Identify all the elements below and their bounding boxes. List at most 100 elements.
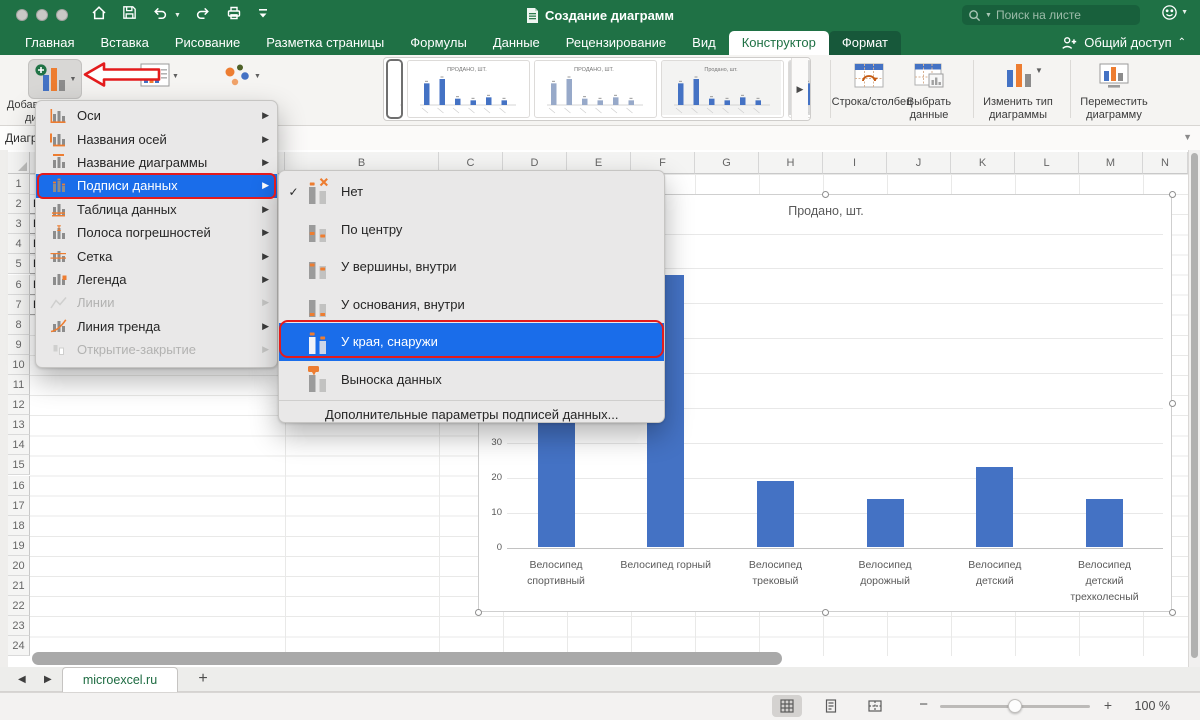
zoom-slider-thumb[interactable] xyxy=(1008,699,1022,713)
chart-selection-handle[interactable] xyxy=(1168,190,1176,198)
menu-item-trendline[interactable]: Линия тренда ▶ xyxy=(36,315,277,338)
row-header-3[interactable]: 3 xyxy=(8,214,30,235)
column-header-I[interactable]: I xyxy=(823,152,887,174)
zoom-in-button[interactable]: + xyxy=(1104,697,1112,713)
select-data-button[interactable] xyxy=(912,61,946,96)
row-header-11[interactable]: 11 xyxy=(8,375,30,396)
more-data-label-options-item[interactable]: Дополнительные параметры подписей данных… xyxy=(279,403,664,426)
submenu-item-outside-end[interactable]: У края, снаружи xyxy=(279,323,664,361)
traffic-lights[interactable] xyxy=(16,9,68,21)
row-header-20[interactable]: 20 xyxy=(8,555,30,576)
switch-row-column-button[interactable] xyxy=(852,61,886,96)
row-header-5[interactable]: 5 xyxy=(8,254,30,275)
redo-icon[interactable] xyxy=(194,4,212,27)
feedback-button[interactable]: ▼ xyxy=(1161,4,1188,21)
row-header-18[interactable]: 18 xyxy=(8,515,30,536)
column-header-J[interactable]: J xyxy=(887,152,951,174)
submenu-item-none[interactable]: ✓ Нет xyxy=(279,173,664,211)
zoom-out-button[interactable]: − xyxy=(919,696,928,713)
print-icon[interactable] xyxy=(225,4,243,27)
menu-item-chart-title[interactable]: Название диаграммы ▶ xyxy=(36,151,277,174)
move-chart-button[interactable] xyxy=(1097,61,1131,96)
tab-данные[interactable]: Данные xyxy=(480,32,553,53)
tab-главная[interactable]: Главная xyxy=(12,32,87,53)
row-header-6[interactable]: 6 xyxy=(8,274,30,295)
next-sheet-icon[interactable]: ▶ xyxy=(44,667,52,692)
row-header-13[interactable]: 13 xyxy=(8,415,30,436)
submenu-item-inside-base[interactable]: У основания, внутри xyxy=(279,286,664,324)
submenu-item-center[interactable]: По центру xyxy=(279,211,664,249)
sheet-tab-active[interactable]: microexcel.ru xyxy=(62,667,178,692)
row-header-22[interactable]: 22 xyxy=(8,596,30,617)
tab-рисование[interactable]: Рисование xyxy=(162,32,253,53)
submenu-item-callout[interactable]: Выноска данных xyxy=(279,361,664,399)
chart-selection-handle[interactable] xyxy=(1168,399,1176,407)
menu-item-legend[interactable]: Легенда ▶ xyxy=(36,268,277,291)
home-icon[interactable] xyxy=(90,4,108,27)
change-chart-type-button[interactable]: ▼ xyxy=(1003,61,1043,96)
chart-selection-handle[interactable] xyxy=(474,608,482,616)
change-colors-button[interactable]: ▼ xyxy=(222,63,261,89)
row-header-7[interactable]: 7 xyxy=(8,294,30,315)
share-button[interactable]: Общий доступ ⌃ xyxy=(1060,30,1186,55)
tab-вид[interactable]: Вид xyxy=(679,32,729,53)
menu-item-axes[interactable]: Оси ▶ xyxy=(36,104,277,127)
row-header-16[interactable]: 16 xyxy=(8,475,30,496)
normal-view-button[interactable] xyxy=(772,695,802,717)
row-header-17[interactable]: 17 xyxy=(8,495,30,516)
add-chart-element-button[interactable]: ▼ xyxy=(28,59,82,99)
row-header-9[interactable]: 9 xyxy=(8,334,30,355)
save-icon[interactable] xyxy=(121,4,138,26)
zoom-window-icon[interactable] xyxy=(56,9,68,21)
menu-item-axis-titles[interactable]: Названия осей ▶ xyxy=(36,127,277,150)
tab-рецензирование[interactable]: Рецензирование xyxy=(553,32,679,53)
undo-icon[interactable] xyxy=(151,4,169,27)
row-header-12[interactable]: 12 xyxy=(8,395,30,416)
column-header-M[interactable]: M xyxy=(1079,152,1143,174)
row-header-23[interactable]: 23 xyxy=(8,616,30,637)
chart-selection-handle[interactable] xyxy=(821,608,829,616)
collapse-ribbon-icon[interactable]: ⌃ xyxy=(1178,37,1186,48)
column-header-N[interactable]: N xyxy=(1143,152,1188,174)
column-header-K[interactable]: K xyxy=(951,152,1015,174)
row-header-15[interactable]: 15 xyxy=(8,455,30,476)
prev-sheet-icon[interactable]: ◀ xyxy=(18,667,26,692)
row-header-2[interactable]: 2 xyxy=(8,194,30,215)
chart-selection-handle[interactable] xyxy=(1168,608,1176,616)
submenu-item-inside-end[interactable]: У вершины, внутри xyxy=(279,248,664,286)
zoom-slider[interactable] xyxy=(940,699,1090,713)
vertical-scrollbar[interactable] xyxy=(1188,150,1200,667)
tab-вставка[interactable]: Вставка xyxy=(87,32,161,53)
row-header-10[interactable]: 10 xyxy=(8,354,30,375)
formula-bar-expand-icon[interactable]: ▼ xyxy=(1183,132,1192,142)
select-all-corner[interactable] xyxy=(8,152,30,174)
row-header-24[interactable]: 24 xyxy=(8,636,30,657)
chart-selection-handle[interactable] xyxy=(821,190,829,198)
page-layout-view-button[interactable] xyxy=(816,695,846,717)
column-header-H[interactable]: H xyxy=(759,152,823,174)
column-header-L[interactable]: L xyxy=(1015,152,1079,174)
minimize-icon[interactable] xyxy=(36,9,48,21)
row-header-4[interactable]: 4 xyxy=(8,234,30,255)
tab-формулы[interactable]: Формулы xyxy=(397,32,480,53)
chart-style-thumbnail[interactable]: Продано, шт. xyxy=(661,60,784,118)
gallery-scroll-right-button[interactable]: ▶ xyxy=(791,58,808,120)
menu-item-data-labels[interactable]: Подписи данных ▶ xyxy=(36,174,277,198)
close-icon[interactable] xyxy=(16,9,28,21)
row-header-21[interactable]: 21 xyxy=(8,576,30,597)
menu-item-gridlines[interactable]: Сетка ▶ xyxy=(36,244,277,267)
menu-item-data-table[interactable]: Таблица данных ▶ xyxy=(36,198,277,221)
add-sheet-button[interactable]: + xyxy=(192,667,214,692)
row-header-8[interactable]: 8 xyxy=(8,314,30,335)
page-break-view-button[interactable] xyxy=(860,695,890,717)
chart-style-thumbnail-selected[interactable]: Продано, шт. xyxy=(386,59,403,119)
row-header-14[interactable]: 14 xyxy=(8,435,30,456)
horizontal-scrollbar[interactable] xyxy=(32,652,782,665)
search-input[interactable]: ▼ Поиск на листе xyxy=(962,5,1140,25)
undo-dropdown-icon[interactable]: ▼ xyxy=(174,12,181,19)
column-header-G[interactable]: G xyxy=(695,152,759,174)
tab-разметка-страницы[interactable]: Разметка страницы xyxy=(253,32,397,53)
tab-конструктор[interactable]: Конструктор xyxy=(728,30,829,55)
row-header-1[interactable]: 1 xyxy=(8,174,30,195)
chart-style-thumbnail[interactable]: Продано, шт. xyxy=(407,60,530,118)
